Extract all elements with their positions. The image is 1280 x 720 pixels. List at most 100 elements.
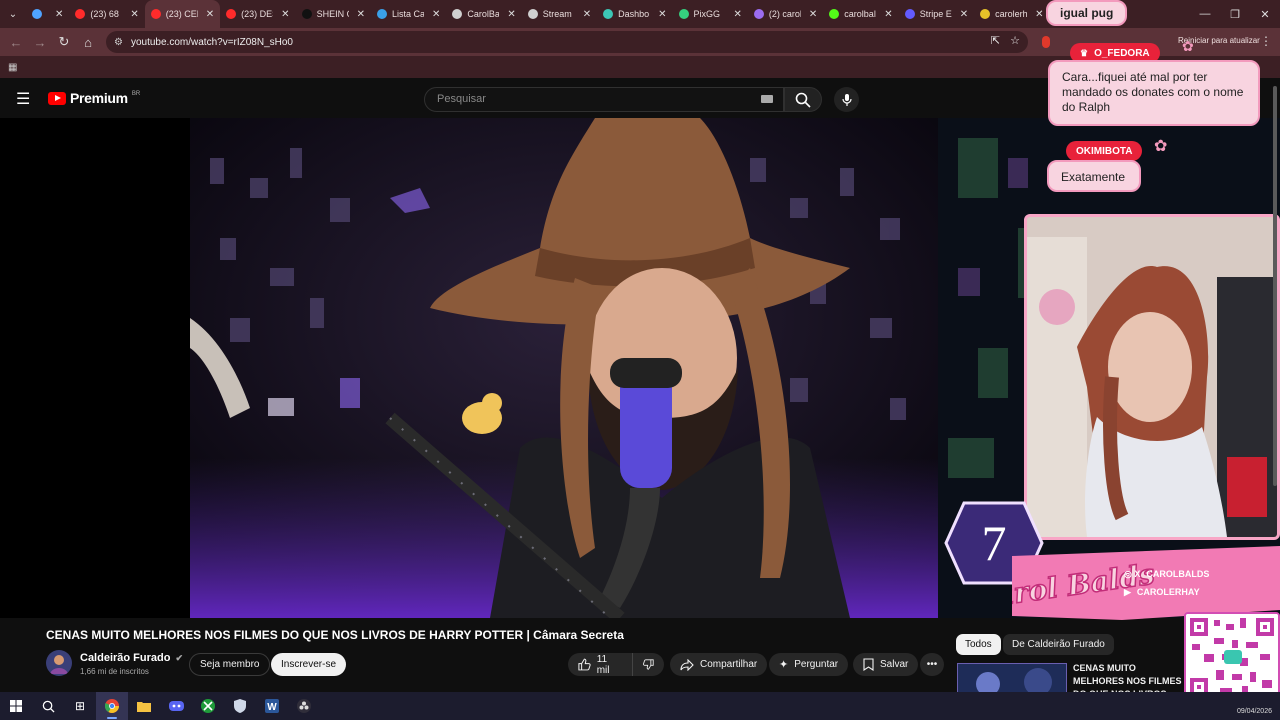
tab-search-chevron-icon[interactable]: ⌄ [0, 0, 26, 28]
apps-grid-icon[interactable]: ▦ [8, 62, 17, 73]
browser-tab[interactable]: (2) carol ✕ [748, 0, 823, 28]
tab-favicon-icon [32, 9, 42, 19]
join-button[interactable]: Seja membro [189, 653, 271, 676]
browser-tab[interactable]: CarolBal ✕ [446, 0, 521, 28]
ask-button[interactable]: ✦ Perguntar [769, 653, 849, 676]
discord-icon[interactable] [160, 692, 192, 720]
tab-close-icon[interactable]: ✕ [960, 9, 968, 20]
video-scene [190, 118, 938, 618]
taskbar-search-glyph [42, 700, 55, 713]
recommendation-thumbnail[interactable] [957, 663, 1067, 693]
tab-title: Dashbo [618, 9, 650, 19]
tab-close-icon[interactable]: ✕ [734, 9, 742, 20]
tab-favicon-icon [980, 9, 991, 19]
xbox-icon[interactable] [192, 692, 224, 720]
tab-title: (23) 68 [90, 9, 119, 19]
bookmark-star-icon[interactable]: ☆ [1010, 34, 1020, 47]
obs-icon[interactable] [288, 692, 320, 720]
flower-icon: ✿ [1182, 38, 1194, 54]
tab-close-icon[interactable]: ✕ [507, 9, 515, 20]
hamburger-menu-icon[interactable]: ☰ [16, 89, 30, 109]
search-placeholder: Pesquisar [437, 93, 486, 105]
social-handle-2: CAROLERHAY [1136, 587, 1200, 597]
browser-tab[interactable]: ✕ [26, 0, 69, 28]
extension-icon[interactable] [1042, 36, 1050, 48]
dislike-button[interactable] [632, 653, 664, 676]
search-icon [795, 92, 811, 108]
tab-close-icon[interactable]: ✕ [130, 9, 138, 20]
tab-title: Stripe E [919, 9, 952, 19]
browser-tab[interactable]: Dashbo ✕ [597, 0, 672, 28]
tab-close-icon[interactable]: ✕ [55, 9, 63, 20]
thumbnail-graphic [958, 664, 1066, 692]
windows-start-icon[interactable] [0, 692, 32, 720]
page-scrollbar[interactable] [1272, 86, 1278, 606]
menu-dots-icon[interactable]: ⋮ [1260, 34, 1272, 48]
chrome-icon[interactable] [96, 692, 128, 720]
channel-avatar-graphic [46, 650, 72, 676]
search-input[interactable]: Pesquisar [424, 87, 784, 112]
svg-text:W: W [267, 702, 277, 713]
browser-tab[interactable]: carolerh ✕ [974, 0, 1049, 28]
minimize-button[interactable]: — [1190, 0, 1220, 28]
forward-arrow-icon[interactable]: → [28, 35, 52, 50]
task-view-icon[interactable]: ⊞ [64, 692, 96, 720]
word-logo-icon: W [265, 699, 279, 713]
browser-tab[interactable]: (23) 68 ✕ [69, 0, 144, 28]
channel-avatar[interactable] [46, 650, 72, 676]
chip-from-channel[interactable]: De Caldeirão Furado [1003, 634, 1114, 655]
more-actions-button[interactable]: ••• [920, 653, 944, 676]
tab-close-icon[interactable]: ✕ [658, 9, 666, 20]
voice-search-button[interactable] [834, 87, 859, 112]
share-button[interactable]: Compartilhar [670, 653, 768, 676]
tab-title: (23) DES [241, 9, 273, 19]
keyboard-icon[interactable] [761, 95, 773, 103]
home-icon[interactable]: ⌂ [76, 35, 100, 50]
counter-value: 7 [982, 515, 1007, 571]
browser-tab[interactable]: (23) CEN ✕ [144, 0, 221, 28]
tab-favicon-icon [376, 9, 387, 19]
youtube-premium-logo[interactable]: Premium BR [48, 90, 140, 106]
tab-favicon-icon [603, 9, 614, 19]
address-bar[interactable]: ⚙ youtube.com/watch?v=rIZ08N_sHo0 ⇱ ☆ [106, 31, 1028, 53]
back-arrow-icon[interactable]: ← [4, 35, 28, 50]
browser-tab[interactable]: PixGG ✕ [673, 0, 748, 28]
channel-name[interactable]: Caldeirão Furado ✔ [80, 652, 183, 664]
tab-title: CarolBal [467, 9, 500, 19]
browser-tab[interactable]: Stripe E ✕ [899, 0, 974, 28]
chip-all[interactable]: Todos [956, 634, 1001, 655]
verified-icon: ✔ [175, 653, 184, 663]
file-explorer-icon[interactable] [128, 692, 160, 720]
tab-close-icon[interactable]: ✕ [1035, 9, 1043, 20]
browser-tab[interactable]: carolbal ✕ [823, 0, 898, 28]
word-icon[interactable]: W [256, 692, 288, 720]
subscribe-button[interactable]: Inscrever-se [271, 653, 347, 676]
flower-icon: ✿ [1154, 138, 1168, 155]
reload-icon[interactable]: ↻ [52, 34, 76, 50]
site-info-icon[interactable]: ⚙ [114, 37, 123, 48]
tab-close-icon[interactable]: ✕ [206, 9, 214, 20]
browser-tab[interactable]: Lista Ca ✕ [371, 0, 446, 28]
tab-close-icon[interactable]: ✕ [583, 9, 591, 20]
tab-close-icon[interactable]: ✕ [357, 9, 365, 20]
browser-tab[interactable]: SHEIN O ✕ [296, 0, 371, 28]
search-icon[interactable] [32, 692, 64, 720]
search-button[interactable] [784, 87, 822, 112]
close-window-button[interactable]: ✕ [1250, 0, 1280, 28]
like-button[interactable]: 11 mil [568, 653, 632, 676]
tab-favicon-icon [829, 9, 840, 19]
browser-tab[interactable]: (23) DES ✕ [220, 0, 295, 28]
obs-logo-icon [297, 699, 311, 713]
tab-close-icon[interactable]: ✕ [809, 9, 817, 20]
like-count: 11 mil [596, 653, 610, 676]
tab-favicon-icon [452, 9, 463, 19]
tab-close-icon[interactable]: ✕ [432, 9, 440, 20]
install-app-icon[interactable]: ⇱ [991, 34, 1000, 47]
save-button[interactable]: Salvar [853, 653, 919, 676]
shield-icon[interactable] [224, 692, 256, 720]
tab-close-icon[interactable]: ✕ [884, 9, 892, 20]
scrollbar-thumb[interactable] [1273, 86, 1277, 486]
browser-tab[interactable]: Stream ✕ [522, 0, 597, 28]
maximize-button[interactable]: ❐ [1220, 0, 1250, 28]
tab-close-icon[interactable]: ✕ [281, 9, 289, 20]
